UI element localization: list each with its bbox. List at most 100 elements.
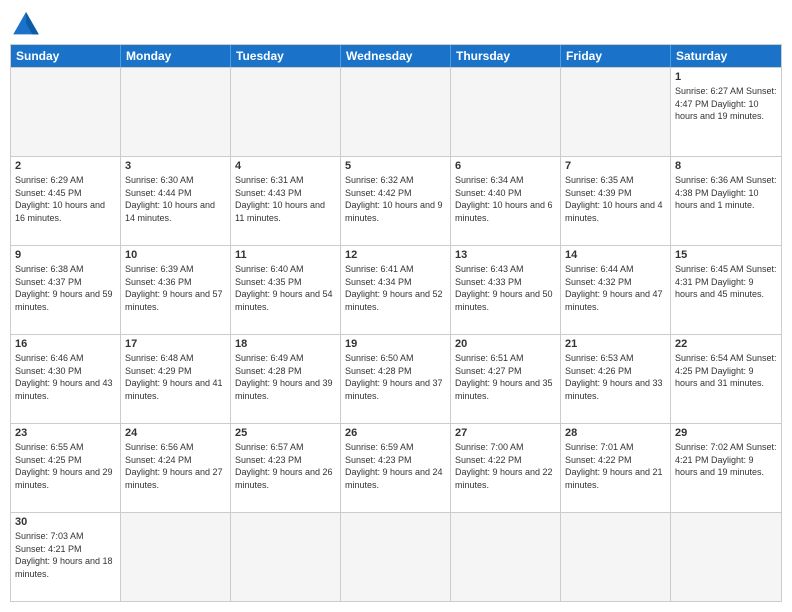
cal-cell: 22 Sunrise: 6:54 AM Sunset: 4:25 PM Dayli… <box>671 335 781 423</box>
cell-info: Sunrise: 6:55 AM Sunset: 4:25 PM Dayligh… <box>15 441 116 491</box>
cal-cell: 4 Sunrise: 6:31 AM Sunset: 4:43 PM Daylig… <box>231 157 341 245</box>
cell-info: Sunrise: 6:54 AM Sunset: 4:25 PM Dayligh… <box>675 352 777 390</box>
cell-info: Sunrise: 6:51 AM Sunset: 4:27 PM Dayligh… <box>455 352 556 402</box>
cell-info: Sunrise: 7:03 AM Sunset: 4:21 PM Dayligh… <box>15 530 116 580</box>
cell-info: Sunrise: 6:32 AM Sunset: 4:42 PM Dayligh… <box>345 174 446 224</box>
cal-cell <box>341 68 451 156</box>
cell-info: Sunrise: 6:48 AM Sunset: 4:29 PM Dayligh… <box>125 352 226 402</box>
cal-cell <box>121 68 231 156</box>
cal-cell: 29Sunrise: 7:02 AM Sunset: 4:21 PM Dayli… <box>671 424 781 512</box>
header-monday: Monday <box>121 45 231 67</box>
cell-info: Sunrise: 6:57 AM Sunset: 4:23 PM Dayligh… <box>235 441 336 491</box>
cell-info: Sunrise: 6:34 AM Sunset: 4:40 PM Dayligh… <box>455 174 556 224</box>
day-number: 22 <box>675 338 777 350</box>
cal-cell: 20 Sunrise: 6:51 AM Sunset: 4:27 PM Dayli… <box>451 335 561 423</box>
day-number: 5 <box>345 160 446 172</box>
cell-info: Sunrise: 6:49 AM Sunset: 4:28 PM Dayligh… <box>235 352 336 402</box>
cal-row-4: 23Sunrise: 6:55 AM Sunset: 4:25 PM Dayli… <box>11 423 781 512</box>
cal-cell: 26Sunrise: 6:59 AM Sunset: 4:23 PM Dayli… <box>341 424 451 512</box>
cal-cell <box>121 513 231 601</box>
header <box>10 10 782 38</box>
cal-cell: 15 Sunrise: 6:45 AM Sunset: 4:31 PM Dayli… <box>671 246 781 334</box>
cal-row-3: 16Sunrise: 6:46 AM Sunset: 4:30 PM Dayli… <box>11 334 781 423</box>
cal-cell: 19 Sunrise: 6:50 AM Sunset: 4:28 PM Dayli… <box>341 335 451 423</box>
header-wednesday: Wednesday <box>341 45 451 67</box>
logo-icon <box>10 10 42 38</box>
header-tuesday: Tuesday <box>231 45 341 67</box>
cell-info: Sunrise: 6:43 AM Sunset: 4:33 PM Dayligh… <box>455 263 556 313</box>
cell-info: Sunrise: 6:45 AM Sunset: 4:31 PM Dayligh… <box>675 263 777 301</box>
day-number: 8 <box>675 160 777 172</box>
cell-info: Sunrise: 6:44 AM Sunset: 4:32 PM Dayligh… <box>565 263 666 313</box>
cell-info: Sunrise: 6:36 AM Sunset: 4:38 PM Dayligh… <box>675 174 777 212</box>
day-number: 30 <box>15 516 116 528</box>
cal-cell <box>451 68 561 156</box>
cal-cell <box>231 513 341 601</box>
header-sunday: Sunday <box>11 45 121 67</box>
cal-cell: 8 Sunrise: 6:36 AM Sunset: 4:38 PM Daylig… <box>671 157 781 245</box>
cell-info: Sunrise: 7:02 AM Sunset: 4:21 PM Dayligh… <box>675 441 777 479</box>
header-friday: Friday <box>561 45 671 67</box>
day-number: 15 <box>675 249 777 261</box>
cal-cell: 14 Sunrise: 6:44 AM Sunset: 4:32 PM Dayli… <box>561 246 671 334</box>
day-number: 14 <box>565 249 666 261</box>
cal-cell: 3Sunrise: 6:30 AM Sunset: 4:44 PM Daylig… <box>121 157 231 245</box>
cell-info: Sunrise: 6:35 AM Sunset: 4:39 PM Dayligh… <box>565 174 666 224</box>
cal-cell: 7 Sunrise: 6:35 AM Sunset: 4:39 PM Daylig… <box>561 157 671 245</box>
cal-cell: 21 Sunrise: 6:53 AM Sunset: 4:26 PM Dayli… <box>561 335 671 423</box>
day-number: 7 <box>565 160 666 172</box>
day-number: 12 <box>345 249 446 261</box>
cal-cell: 12 Sunrise: 6:41 AM Sunset: 4:34 PM Dayli… <box>341 246 451 334</box>
cal-cell <box>231 68 341 156</box>
calendar-body: 1Sunrise: 6:27 AM Sunset: 4:47 PM Daylig… <box>11 67 781 601</box>
cal-cell: 18 Sunrise: 6:49 AM Sunset: 4:28 PM Dayli… <box>231 335 341 423</box>
header-saturday: Saturday <box>671 45 781 67</box>
cell-info: Sunrise: 6:41 AM Sunset: 4:34 PM Dayligh… <box>345 263 446 313</box>
cell-info: Sunrise: 6:30 AM Sunset: 4:44 PM Dayligh… <box>125 174 226 224</box>
day-number: 21 <box>565 338 666 350</box>
cell-info: Sunrise: 7:00 AM Sunset: 4:22 PM Dayligh… <box>455 441 556 491</box>
cal-row-0: 1Sunrise: 6:27 AM Sunset: 4:47 PM Daylig… <box>11 67 781 156</box>
page: SundayMondayTuesdayWednesdayThursdayFrid… <box>0 0 792 612</box>
cal-cell: 1Sunrise: 6:27 AM Sunset: 4:47 PM Daylig… <box>671 68 781 156</box>
cal-cell: 5 Sunrise: 6:32 AM Sunset: 4:42 PM Daylig… <box>341 157 451 245</box>
cell-info: Sunrise: 6:38 AM Sunset: 4:37 PM Dayligh… <box>15 263 116 313</box>
calendar: SundayMondayTuesdayWednesdayThursdayFrid… <box>10 44 782 602</box>
cal-cell: 2Sunrise: 6:29 AM Sunset: 4:45 PM Daylig… <box>11 157 121 245</box>
cal-row-1: 2Sunrise: 6:29 AM Sunset: 4:45 PM Daylig… <box>11 156 781 245</box>
cal-row-2: 9Sunrise: 6:38 AM Sunset: 4:37 PM Daylig… <box>11 245 781 334</box>
cell-info: Sunrise: 6:40 AM Sunset: 4:35 PM Dayligh… <box>235 263 336 313</box>
day-number: 19 <box>345 338 446 350</box>
cell-info: Sunrise: 6:50 AM Sunset: 4:28 PM Dayligh… <box>345 352 446 402</box>
cal-cell: 25 Sunrise: 6:57 AM Sunset: 4:23 PM Dayli… <box>231 424 341 512</box>
cell-info: Sunrise: 6:53 AM Sunset: 4:26 PM Dayligh… <box>565 352 666 402</box>
day-number: 13 <box>455 249 556 261</box>
cal-cell: 10Sunrise: 6:39 AM Sunset: 4:36 PM Dayli… <box>121 246 231 334</box>
cal-cell: 11Sunrise: 6:40 AM Sunset: 4:35 PM Dayli… <box>231 246 341 334</box>
day-number: 17 <box>125 338 226 350</box>
day-number: 24 <box>125 427 226 439</box>
logo <box>10 10 46 38</box>
cal-cell <box>561 513 671 601</box>
cell-info: Sunrise: 6:56 AM Sunset: 4:24 PM Dayligh… <box>125 441 226 491</box>
day-number: 18 <box>235 338 336 350</box>
cal-cell: 9Sunrise: 6:38 AM Sunset: 4:37 PM Daylig… <box>11 246 121 334</box>
cal-cell: 27Sunrise: 7:00 AM Sunset: 4:22 PM Dayli… <box>451 424 561 512</box>
cal-cell <box>341 513 451 601</box>
cell-info: Sunrise: 6:39 AM Sunset: 4:36 PM Dayligh… <box>125 263 226 313</box>
cell-info: Sunrise: 7:01 AM Sunset: 4:22 PM Dayligh… <box>565 441 666 491</box>
cal-cell: 24 Sunrise: 6:56 AM Sunset: 4:24 PM Dayli… <box>121 424 231 512</box>
cal-cell: 13 Sunrise: 6:43 AM Sunset: 4:33 PM Dayli… <box>451 246 561 334</box>
cell-info: Sunrise: 6:31 AM Sunset: 4:43 PM Dayligh… <box>235 174 336 224</box>
cal-cell <box>11 68 121 156</box>
cal-cell: 30 Sunrise: 7:03 AM Sunset: 4:21 PM Dayli… <box>11 513 121 601</box>
day-number: 4 <box>235 160 336 172</box>
cal-cell <box>451 513 561 601</box>
cell-info: Sunrise: 6:46 AM Sunset: 4:30 PM Dayligh… <box>15 352 116 402</box>
cal-cell: 6Sunrise: 6:34 AM Sunset: 4:40 PM Daylig… <box>451 157 561 245</box>
cal-cell: 17 Sunrise: 6:48 AM Sunset: 4:29 PM Dayli… <box>121 335 231 423</box>
day-number: 20 <box>455 338 556 350</box>
cell-info: Sunrise: 6:59 AM Sunset: 4:23 PM Dayligh… <box>345 441 446 491</box>
day-number: 25 <box>235 427 336 439</box>
calendar-header: SundayMondayTuesdayWednesdayThursdayFrid… <box>11 45 781 67</box>
